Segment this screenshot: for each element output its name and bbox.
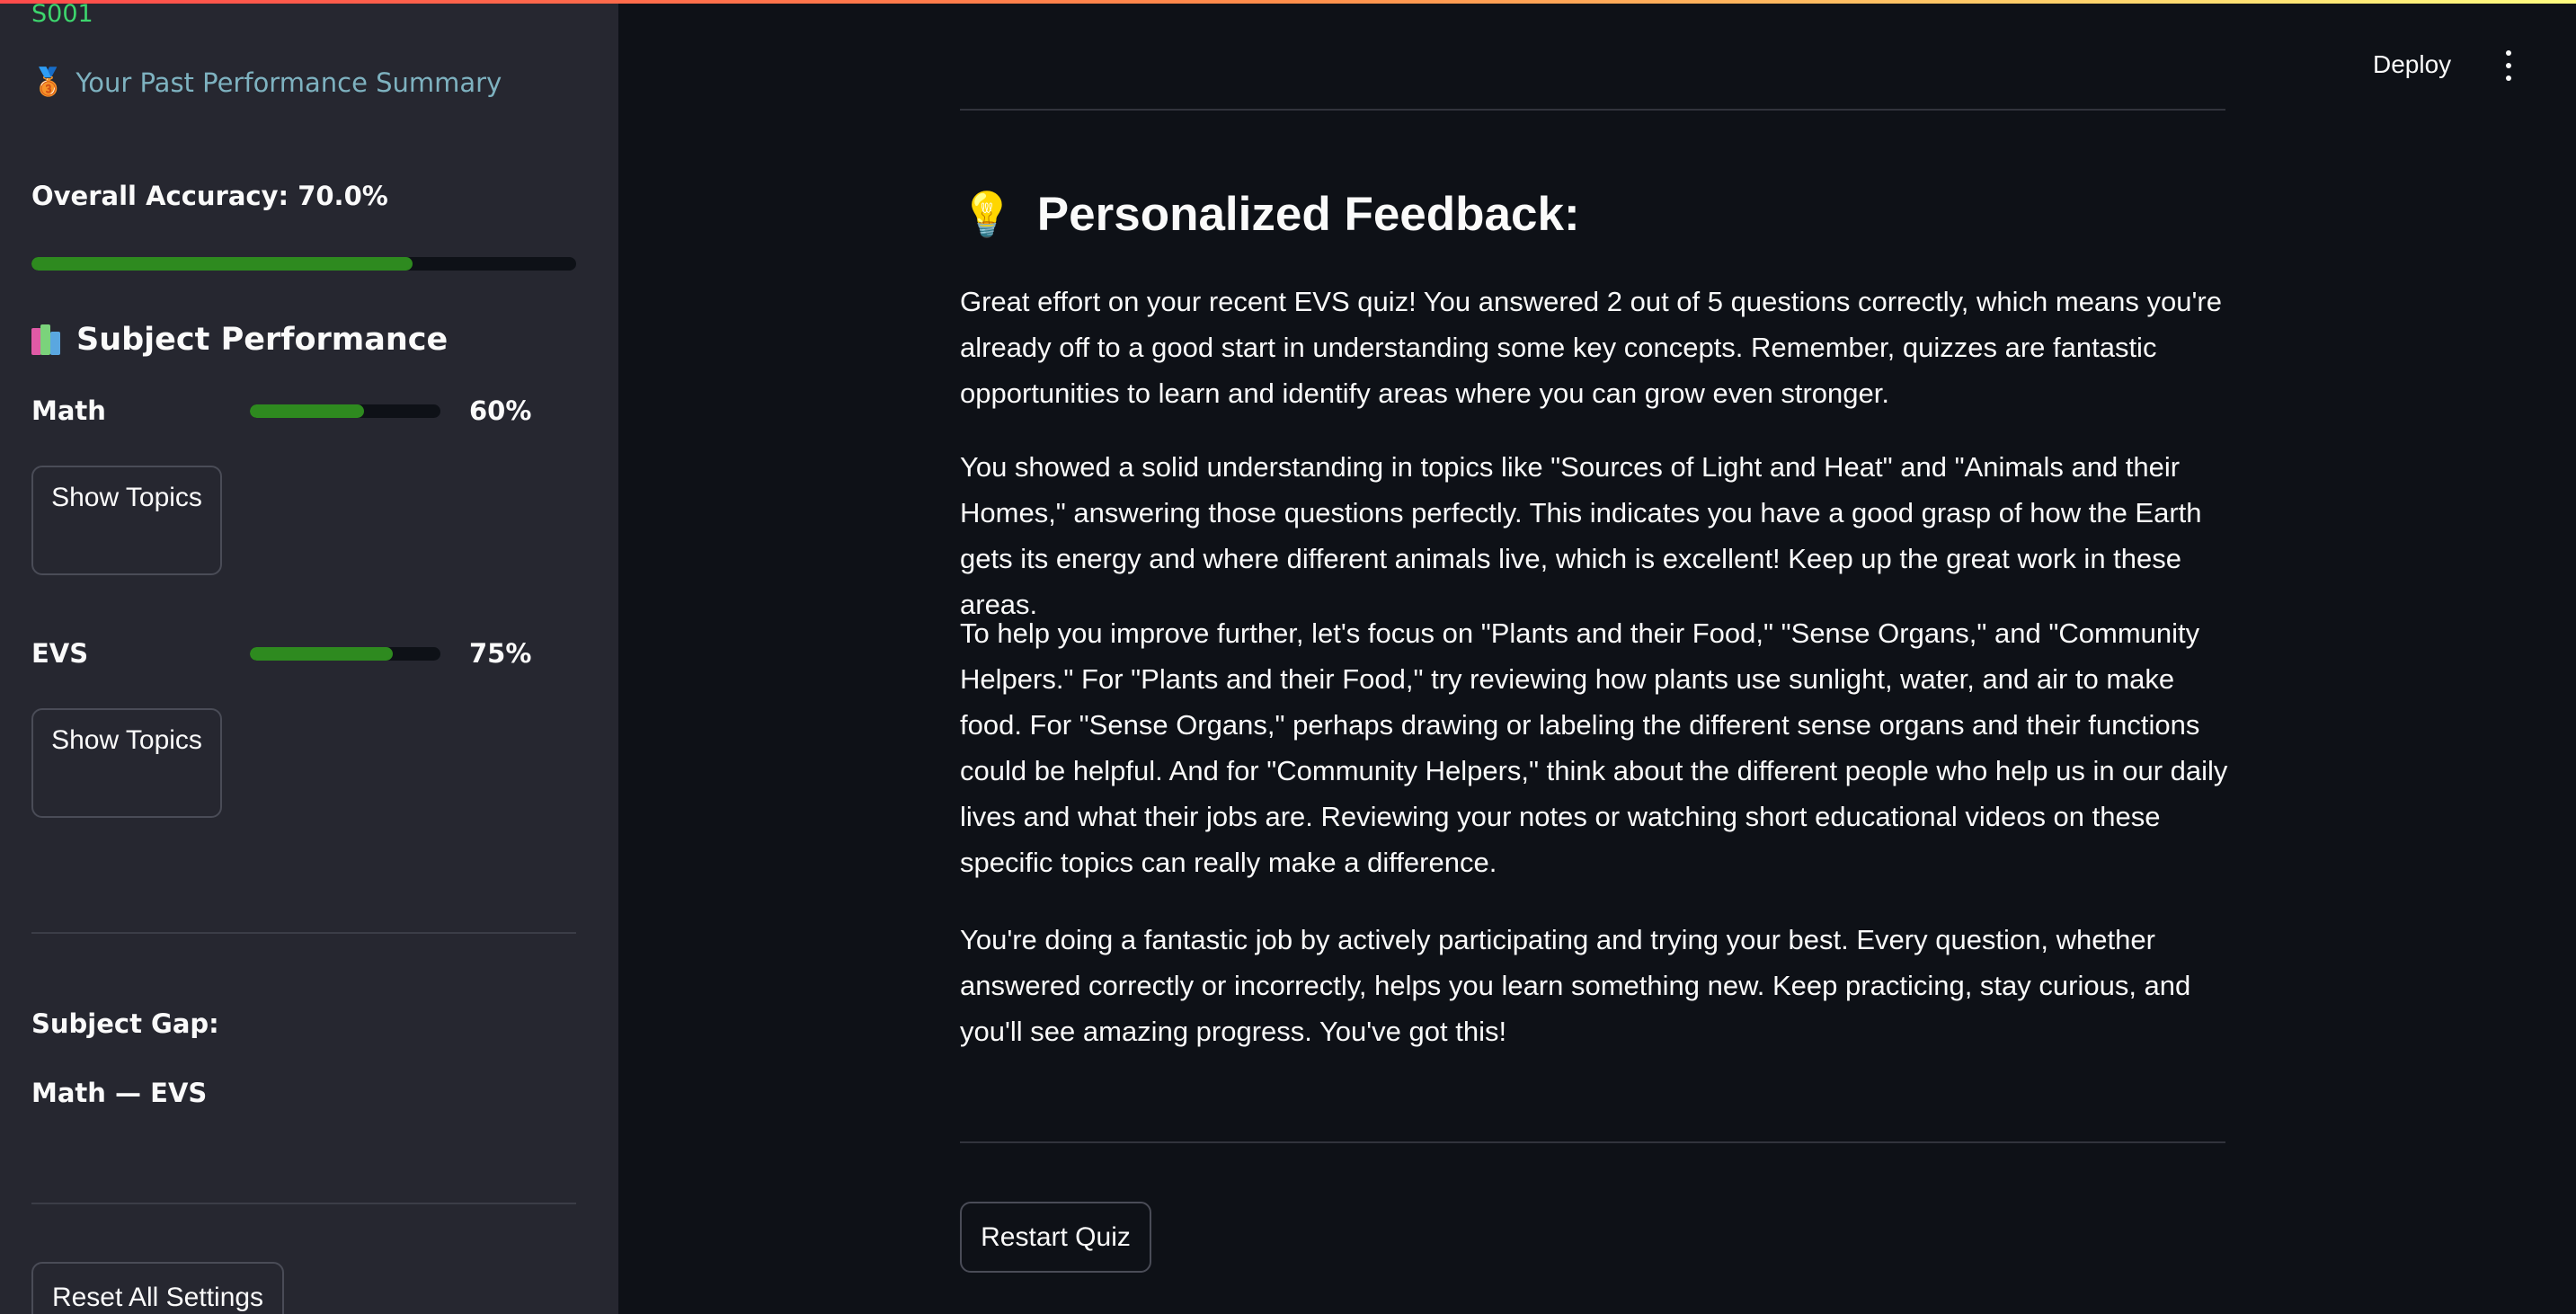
feedback-paragraph: You showed a solid understanding in topi… (960, 451, 2202, 620)
subject-percent-evs: 75% (469, 638, 532, 669)
subject-name-evs: EVS (31, 638, 89, 669)
overall-accuracy-bar (31, 257, 576, 271)
sidebar-divider (31, 932, 576, 934)
kebab-menu-icon[interactable] (2495, 50, 2522, 81)
subject-bar-math-fill (250, 404, 365, 418)
restart-quiz-button[interactable]: Restart Quiz (960, 1202, 1151, 1273)
lightbulb-icon: 💡 (960, 190, 1014, 240)
student-id: S001 (31, 0, 93, 28)
deploy-button[interactable]: Deploy (2373, 50, 2451, 79)
past-summary-label: Your Past Performance Summary (76, 67, 502, 98)
subject-name-math: Math (31, 395, 106, 426)
subject-percent-math: 60% (469, 395, 532, 426)
subject-bar-evs (250, 647, 440, 661)
feedback-title: Personalized Feedback: (1036, 188, 1580, 241)
reset-all-settings-button[interactable]: Reset All Settings (31, 1262, 284, 1314)
overall-accuracy-label: Overall Accuracy: 70.0% (31, 181, 388, 211)
sidebar: S001 🥉 Your Past Performance Summary Ove… (0, 0, 618, 1314)
feedback-paragraph: Great effort on your recent EVS quiz! Yo… (960, 286, 2222, 409)
show-topics-button-evs[interactable]: Show Topics (31, 708, 222, 818)
subject-gap-value: Math — EVS (31, 1078, 208, 1108)
feedback-heading: 💡 Personalized Feedback: (960, 187, 1580, 242)
top-decoration-bar (0, 0, 2576, 4)
subject-bar-evs-fill (250, 647, 393, 661)
past-summary-heading: 🥉 Your Past Performance Summary (31, 67, 502, 98)
feedback-paragraph: To help you improve further, let's focus… (960, 617, 2228, 878)
subject-performance-heading: Subject Performance (31, 322, 448, 358)
main-divider (960, 109, 2225, 111)
overall-accuracy-bar-fill (31, 257, 413, 271)
sidebar-divider (31, 1203, 576, 1204)
subject-performance-label: Subject Performance (76, 322, 449, 358)
show-topics-button-math[interactable]: Show Topics (31, 466, 222, 575)
main-divider (960, 1141, 2225, 1143)
feedback-paragraph: You're doing a fantastic job by actively… (960, 924, 2191, 1047)
books-icon (31, 324, 66, 355)
subject-gap-label: Subject Gap: (31, 1008, 219, 1039)
subject-bar-math (250, 404, 440, 418)
medal-icon: 🥉 (31, 67, 66, 98)
